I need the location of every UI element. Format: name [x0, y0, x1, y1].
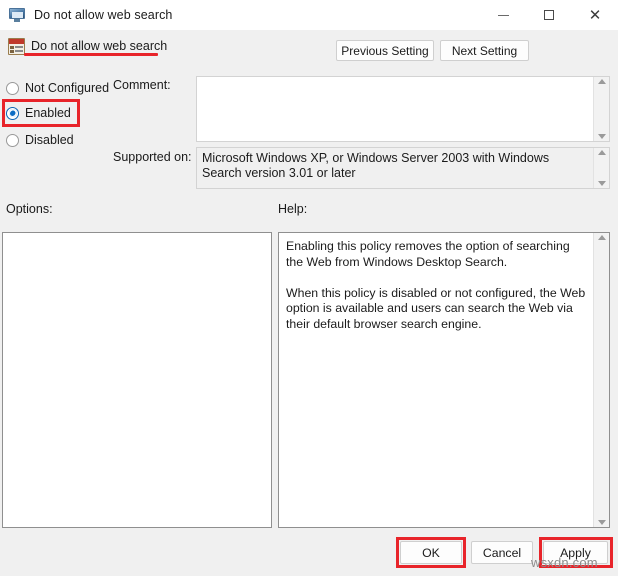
maximize-icon[interactable] — [526, 0, 572, 30]
watermark: wsxdn.com — [531, 555, 598, 570]
comment-label: Comment: — [113, 78, 171, 92]
scroll-up-icon[interactable] — [597, 150, 606, 155]
radio-not-configured-mark — [6, 81, 19, 95]
scroll-up-icon[interactable] — [597, 235, 606, 240]
group-policy-setting-icon — [8, 38, 25, 55]
cancel-button[interactable]: Cancel — [471, 541, 533, 564]
radio-not-configured[interactable]: Not Configured — [6, 79, 109, 97]
radio-enabled-mark — [6, 106, 19, 120]
policy-title: Do not allow web search — [31, 39, 168, 53]
options-panel[interactable] — [2, 232, 272, 528]
supported-on-field: Microsoft Windows XP, or Windows Server … — [196, 147, 610, 189]
help-scrollbar[interactable] — [593, 233, 609, 527]
comment-text[interactable] — [197, 77, 593, 141]
previous-setting-button[interactable]: Previous Setting — [336, 40, 434, 61]
help-label: Help: — [278, 202, 308, 216]
radio-disabled[interactable]: Disabled — [6, 131, 74, 149]
radio-enabled[interactable]: Enabled — [6, 104, 71, 122]
radio-enabled-label: Enabled — [25, 106, 71, 120]
scroll-down-icon[interactable] — [597, 181, 606, 186]
supported-on-scrollbar[interactable] — [593, 148, 609, 188]
comment-field[interactable] — [196, 76, 610, 142]
supported-on-label: Supported on: — [113, 150, 192, 164]
radio-disabled-mark — [6, 133, 19, 147]
window-controls: ✕ — [480, 0, 618, 30]
comment-scrollbar[interactable] — [593, 77, 609, 141]
scroll-down-icon[interactable] — [597, 520, 606, 525]
scroll-down-icon[interactable] — [597, 134, 606, 139]
radio-not-configured-label: Not Configured — [25, 81, 110, 95]
supported-on-text: Microsoft Windows XP, or Windows Server … — [202, 151, 550, 180]
ok-button[interactable]: OK — [400, 541, 462, 564]
next-setting-button[interactable]: Next Setting — [440, 40, 529, 61]
options-label: Options: — [6, 202, 53, 216]
computer-monitor-icon — [9, 7, 25, 23]
window-title: Do not allow web search — [34, 8, 173, 22]
annotation-underline-policy-title — [24, 53, 158, 56]
help-panel: Enabling this policy removes the option … — [278, 232, 610, 528]
window-title-bar: Do not allow web search ✕ — [0, 0, 618, 30]
minimize-icon[interactable] — [480, 0, 526, 30]
help-text: Enabling this policy removes the option … — [286, 239, 586, 331]
radio-disabled-label: Disabled — [25, 133, 74, 147]
close-icon[interactable]: ✕ — [572, 0, 618, 30]
scroll-up-icon[interactable] — [597, 79, 606, 84]
